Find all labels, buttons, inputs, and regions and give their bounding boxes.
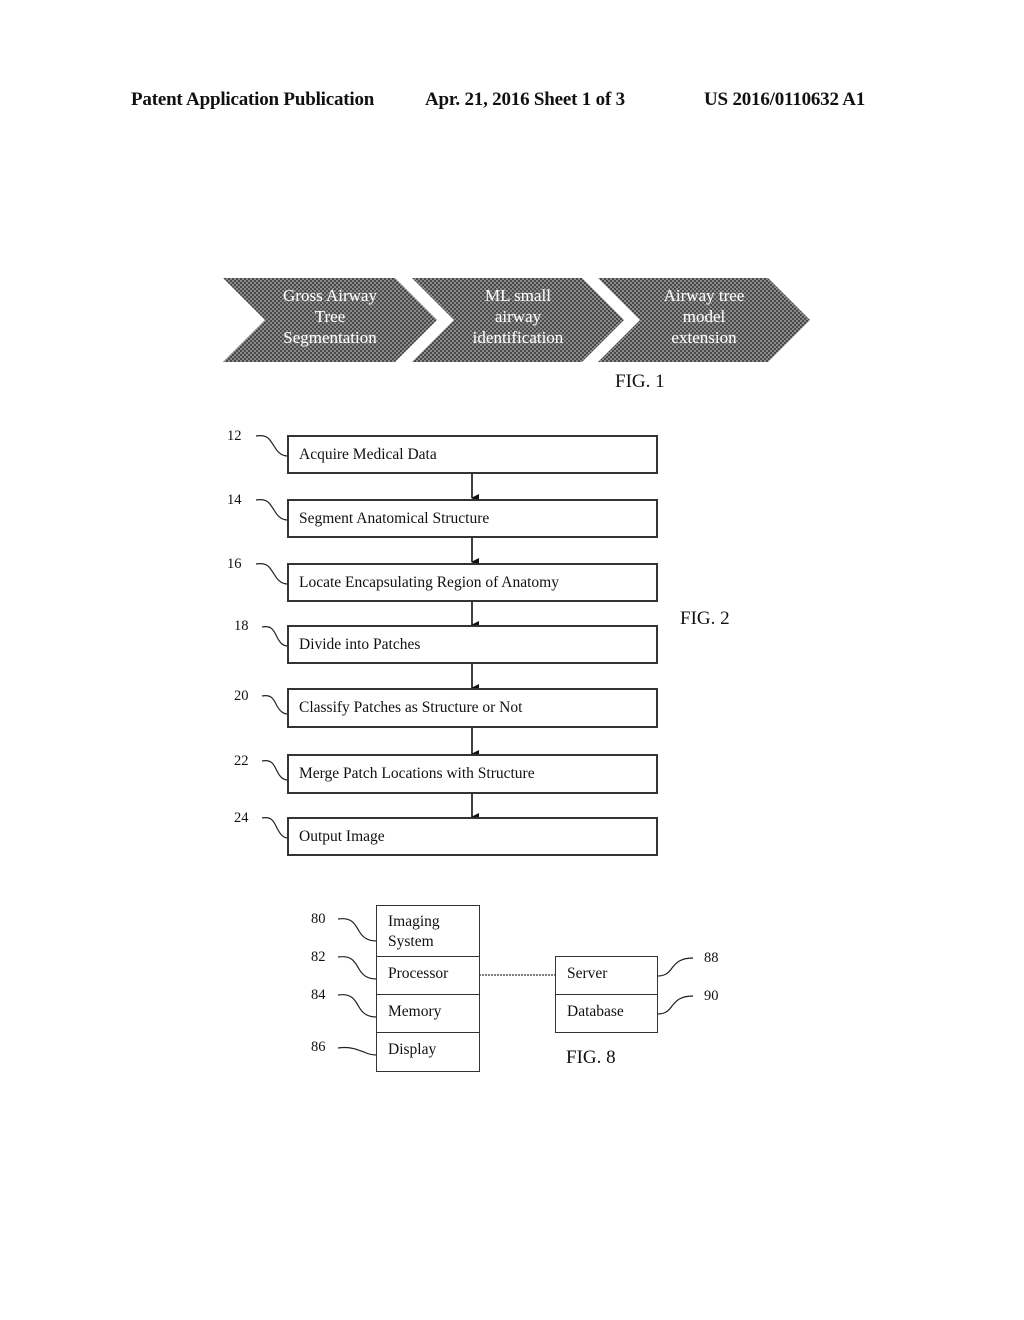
fig8-database-box: Database (555, 994, 658, 1033)
fig2-step-label: Divide into Patches (299, 635, 421, 653)
fig8-imaging-system-label: Imaging System (388, 913, 440, 950)
fig2-step-divide-patches: Divide into Patches (287, 625, 658, 664)
fig8-display-label: Display (388, 1041, 437, 1058)
fig2-step-label: Locate Encapsulating Region of Anatomy (299, 573, 559, 591)
fig2-ref-18: 18 (234, 618, 249, 634)
fig8-display-box: Display (376, 1032, 480, 1072)
fig8-memory-label: Memory (388, 1003, 442, 1020)
fig2-step-label: Segment Anatomical Structure (299, 509, 490, 527)
fig2-leader-20 (261, 695, 289, 715)
fig8-leader-86 (337, 1046, 378, 1056)
fig2-leader-14 (255, 499, 289, 521)
fig2-step-merge-locations: Merge Patch Locations with Structure (287, 754, 658, 794)
fig2-leader-18 (261, 626, 289, 647)
fig8-ref-82: 82 (311, 949, 326, 965)
fig2-step-label: Merge Patch Locations with Structure (299, 765, 535, 782)
fig2-step-segment-structure: Segment Anatomical Structure (287, 499, 658, 538)
fig8-ref-80: 80 (311, 911, 326, 927)
fig2-step-label: Output Image (299, 827, 385, 845)
fig8-database-label: Database (567, 1003, 624, 1020)
fig1-step-2-label: ML small airway identification (472, 286, 564, 347)
fig2-ref-20: 20 (234, 688, 249, 704)
fig8-leader-80 (337, 918, 378, 942)
fig2-ref-16: 16 (227, 556, 242, 572)
fig8-leader-84 (337, 994, 378, 1018)
fig1-step-1-label: Gross Airway Tree Segmentation (283, 286, 377, 347)
fig2-step-classify-patches: Classify Patches as Structure or Not (287, 688, 658, 728)
fig1-step-3-label: Airway tree model extension (663, 286, 745, 347)
fig8-ref-90: 90 (704, 988, 719, 1004)
fig2-ref-14: 14 (227, 492, 242, 508)
fig2-ref-24: 24 (234, 810, 249, 826)
fig8-processor-box: Processor (376, 956, 480, 995)
fig8-leader-90 (656, 995, 694, 1015)
fig8-ref-84: 84 (311, 987, 326, 1003)
fig2-ref-22: 22 (234, 753, 249, 769)
fig8-imaging-system-box: Imaging System (376, 905, 480, 957)
publication-title: Patent Application Publication (131, 89, 375, 110)
fig2-step-output-image: Output Image (287, 817, 658, 856)
fig2-step-label: Classify Patches as Structure or Not (299, 699, 523, 716)
fig2-ref-12: 12 (227, 428, 242, 444)
fig8-leader-88 (656, 957, 694, 977)
publication-date-sheet: Apr. 21, 2016 Sheet 1 of 3 (425, 89, 625, 110)
fig2-step-locate-region: Locate Encapsulating Region of Anatomy (287, 563, 658, 602)
fig1-label: FIG. 1 (615, 371, 665, 392)
fig8-server-label: Server (567, 965, 608, 982)
fig2-step-label: Acquire Medical Data (299, 445, 437, 463)
fig2-step-acquire-medical-data: Acquire Medical Data (287, 435, 658, 474)
fig2-leader-22 (261, 760, 289, 781)
fig8-processor-label: Processor (388, 965, 449, 982)
fig2-leader-12 (255, 435, 289, 457)
publication-number: US 2016/0110632 A1 (704, 89, 866, 110)
fig8-label: FIG. 8 (566, 1047, 616, 1068)
fig2-leader-24 (261, 817, 289, 839)
fig2-leader-16 (255, 563, 289, 585)
fig8-server-box: Server (555, 956, 658, 995)
fig8-ref-86: 86 (311, 1039, 326, 1055)
fig2-label: FIG. 2 (680, 608, 730, 629)
fig8-ref-88: 88 (704, 950, 719, 966)
fig8-leader-82 (337, 956, 378, 980)
fig8-memory-box: Memory (376, 994, 480, 1033)
